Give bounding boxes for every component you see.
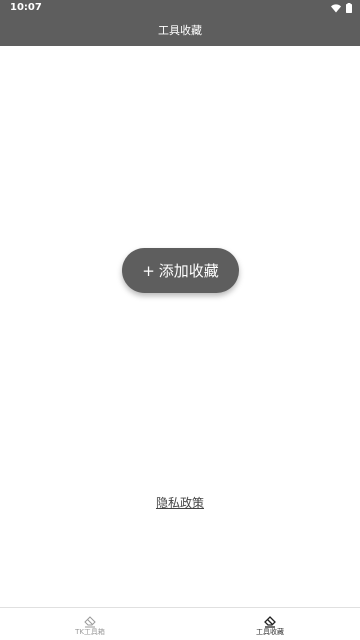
add-favorite-button[interactable]: + 添加收藏 xyxy=(122,248,239,293)
status-time: 10:07 xyxy=(10,2,42,13)
app-screen: 10:07 工具收藏 + 添加收藏 隐私政策 TK工具箱 工具收藏 xyxy=(0,0,360,640)
nav-label-tool-favorites: 工具收藏 xyxy=(256,628,284,636)
battery-icon xyxy=(346,3,352,13)
wifi-icon xyxy=(331,3,341,13)
add-favorite-label: 添加收藏 xyxy=(158,261,219,280)
privacy-policy-container: 隐私政策 xyxy=(0,495,360,511)
privacy-policy-link[interactable]: 隐私政策 xyxy=(156,496,204,510)
page-title: 工具收藏 xyxy=(158,24,202,37)
eraser-icon xyxy=(84,613,96,628)
nav-item-tool-favorites[interactable]: 工具收藏 xyxy=(180,608,360,640)
eraser-icon xyxy=(264,613,276,628)
plus-icon: + xyxy=(142,261,155,280)
bottom-nav: TK工具箱 工具收藏 xyxy=(0,607,360,640)
status-bar: 10:07 xyxy=(0,0,360,16)
title-bar: 工具收藏 xyxy=(0,16,360,46)
nav-item-tk-toolbox[interactable]: TK工具箱 xyxy=(0,608,180,640)
status-icons xyxy=(331,3,352,13)
nav-label-tk-toolbox: TK工具箱 xyxy=(75,628,105,636)
